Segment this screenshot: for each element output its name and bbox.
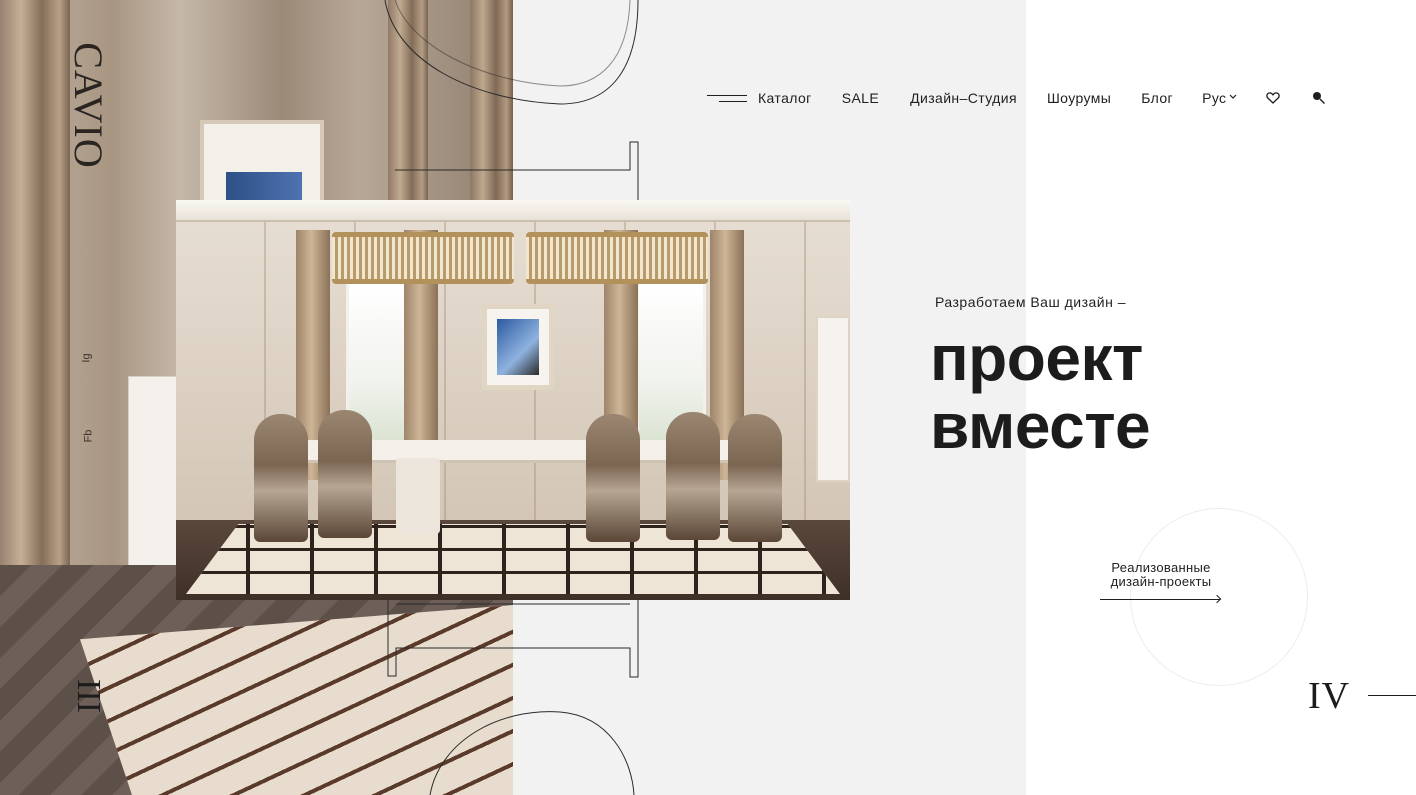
hero-eyebrow: Разработаем Ваш дизайн –: [935, 294, 1126, 310]
current-slide-number: IV: [1308, 675, 1351, 717]
hero-headline: проект вместе: [930, 324, 1230, 460]
arrow-right-icon: [1100, 596, 1222, 604]
previous-slide-number[interactable]: III: [70, 676, 107, 716]
dining-chair: [254, 414, 308, 542]
hamburger-icon[interactable]: [707, 92, 747, 104]
nav-item-design-studio[interactable]: Дизайн–Студия: [910, 90, 1017, 106]
nav-item-sale[interactable]: SALE: [842, 90, 879, 106]
language-label: Рус: [1202, 90, 1227, 106]
headline-line-2: вместе: [930, 390, 1151, 462]
ceiling-molding: [176, 200, 850, 222]
language-selector[interactable]: Рус: [1202, 90, 1237, 106]
chandelier-right: [526, 232, 708, 284]
heart-icon[interactable]: [1265, 90, 1281, 106]
headline-line-1: проект: [930, 322, 1143, 394]
dining-chair: [666, 412, 720, 540]
table-leg: [396, 458, 440, 534]
search-icon[interactable]: [1311, 90, 1327, 106]
chevron-down-icon: [1229, 93, 1237, 103]
framed-art: [482, 304, 554, 390]
dining-chair: [318, 410, 372, 538]
nav-item-blog[interactable]: Блог: [1141, 90, 1173, 106]
logo-text: CAVIO: [65, 41, 111, 169]
previous-slide-label: III: [70, 679, 107, 713]
nav-item-catalog[interactable]: Каталог: [758, 90, 812, 106]
instagram-link[interactable]: Ig: [81, 353, 93, 362]
display-cabinet: [816, 316, 850, 482]
dining-chair: [586, 414, 640, 542]
facebook-link[interactable]: Fb: [82, 430, 94, 443]
curtain-left: [0, 0, 70, 600]
dining-room-photo: [176, 200, 850, 600]
chandelier-left: [332, 232, 514, 284]
main-navigation: Каталог SALE Дизайн–Студия Шоурумы Блог …: [707, 88, 1327, 108]
realized-projects-link[interactable]: Реализованные дизайн-проекты: [1100, 561, 1222, 604]
dining-chair: [728, 414, 782, 542]
wall-painting: [200, 120, 324, 210]
projects-link-line-2: дизайн-проекты: [1110, 574, 1212, 589]
projects-link-line-1: Реализованные: [1111, 560, 1211, 575]
white-cabinet: [128, 376, 178, 566]
brand-logo[interactable]: CAVIO: [66, 40, 111, 170]
nav-item-showrooms[interactable]: Шоурумы: [1047, 90, 1111, 106]
slide-indicator-line: [1368, 695, 1416, 696]
